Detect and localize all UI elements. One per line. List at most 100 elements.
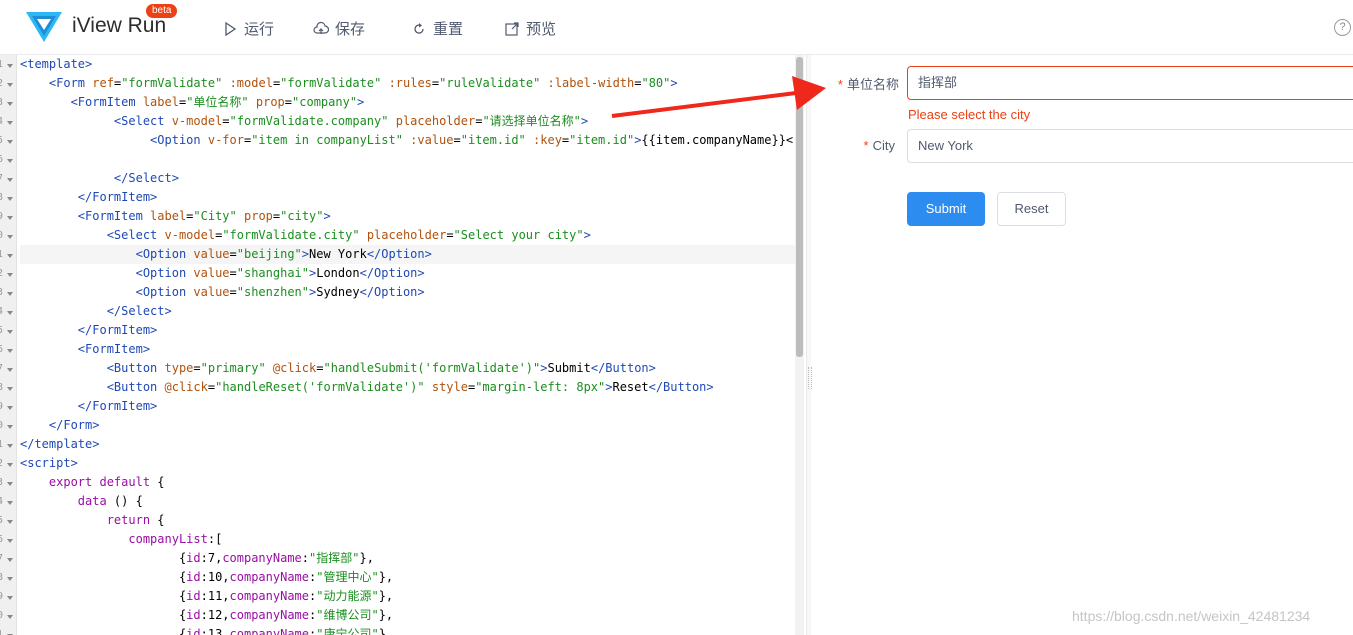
code-line[interactable]: {id:13,companyName:"康宁公司"},: [20, 625, 795, 635]
code-token: >: [301, 247, 310, 261]
preview-button[interactable]: 预览: [504, 18, 556, 39]
fold-arrow-icon[interactable]: [7, 197, 13, 201]
code-token: :7,: [200, 551, 223, 565]
city-select[interactable]: New York: [907, 129, 1353, 163]
fold-arrow-icon[interactable]: [7, 83, 13, 87]
gutter-line: 0: [0, 228, 16, 247]
fold-arrow-icon[interactable]: [7, 235, 13, 239]
run-label: 运行: [244, 21, 275, 38]
fold-arrow-icon[interactable]: [7, 615, 13, 619]
save-label: 保存: [335, 21, 366, 38]
code-token: "ruleValidate": [439, 76, 541, 90]
code-token: companyName: [222, 551, 302, 565]
code-token: {: [20, 589, 187, 603]
run-button[interactable]: 运行: [222, 18, 274, 39]
code-line[interactable]: export default {: [20, 473, 795, 492]
reset-button[interactable]: 重置: [411, 18, 463, 39]
fold-arrow-icon[interactable]: [7, 64, 13, 68]
fold-arrow-icon[interactable]: [7, 273, 13, 277]
code-line[interactable]: [20, 150, 795, 169]
fold-arrow-icon[interactable]: [7, 121, 13, 125]
fold-arrow-icon[interactable]: [7, 425, 13, 429]
fold-arrow-icon[interactable]: [7, 349, 13, 353]
code-token: =: [453, 133, 461, 147]
code-line[interactable]: <script>: [20, 454, 795, 473]
code-content[interactable]: <template> <Form ref = "formValidate" :mod…: [20, 55, 795, 635]
fold-arrow-icon[interactable]: [7, 444, 13, 448]
code-token: </Button>: [648, 380, 714, 394]
company-select[interactable]: 指挥部: [907, 66, 1353, 100]
code-line[interactable]: <Option value="shanghai">London</Option>: [20, 264, 795, 283]
fold-arrow-icon[interactable]: [7, 463, 13, 467]
code-line[interactable]: return {: [20, 511, 795, 530]
submit-button[interactable]: Submit: [907, 192, 985, 226]
code-line[interactable]: <Button type="primary" @click="handleSub…: [20, 359, 795, 378]
code-line[interactable]: </Select>: [20, 302, 795, 321]
code-line[interactable]: data () {: [20, 492, 795, 511]
fold-arrow-icon[interactable]: [7, 102, 13, 106]
fold-arrow-icon[interactable]: [7, 254, 13, 258]
code-line[interactable]: {id:10,companyName:"管理中心"},: [20, 568, 795, 587]
code-line[interactable]: companyList:[: [20, 530, 795, 549]
fold-arrow-icon[interactable]: [7, 539, 13, 543]
code-line[interactable]: </FormItem>: [20, 321, 795, 340]
code-token: "单位名称": [186, 95, 249, 109]
fold-arrow-icon[interactable]: [7, 368, 13, 372]
code-line[interactable]: {id:7,companyName:"指挥部"},: [20, 549, 795, 568]
code-token: </Option>: [366, 247, 432, 261]
code-line[interactable]: <FormItem label="City" prop="city">: [20, 207, 795, 226]
code-line[interactable]: <Button @click="handleReset('formValidat…: [20, 378, 795, 397]
code-line[interactable]: <Select v-model = "formValidate.city" plac…: [20, 226, 795, 245]
code-editor[interactable]: 1 2 3 4 5 6 7 8 9 0 1 2 3 4 5 6 7 8 9 0 1 2 3 4 5 6 7 8 9 0 1 <templat…: [0, 55, 806, 635]
code-line[interactable]: </FormItem>: [20, 188, 795, 207]
fold-arrow-icon[interactable]: [7, 140, 13, 144]
code-token: <script>: [20, 456, 78, 470]
line-number: 7: [0, 363, 4, 374]
code-token: Reset: [612, 380, 649, 394]
code-line[interactable]: {id:11,companyName:"动力能源"},: [20, 587, 795, 606]
code-token: id: [186, 589, 201, 603]
editor-scrollbar[interactable]: [795, 55, 804, 635]
fold-arrow-icon[interactable]: [7, 387, 13, 391]
code-token: id: [186, 551, 201, 565]
beta-badge: beta: [146, 4, 178, 18]
fold-arrow-icon[interactable]: [7, 482, 13, 486]
fold-arrow-icon[interactable]: [7, 577, 13, 581]
code-line[interactable]: </template>: [20, 435, 795, 454]
code-line[interactable]: <Option value="beijing">New York</Option…: [20, 245, 795, 264]
fold-arrow-icon[interactable]: [7, 159, 13, 163]
fold-arrow-icon[interactable]: [7, 520, 13, 524]
gutter-line: 2: [0, 456, 16, 475]
fold-arrow-icon[interactable]: [7, 330, 13, 334]
code-token: =: [284, 95, 293, 109]
code-token: <Form: [48, 76, 93, 90]
fold-arrow-icon[interactable]: [7, 596, 13, 600]
code-line[interactable]: </FormItem>: [20, 397, 795, 416]
help-icon[interactable]: ?: [1334, 19, 1351, 36]
form-reset-button[interactable]: Reset: [997, 192, 1066, 226]
code-token: <Select: [106, 228, 165, 242]
fold-arrow-icon[interactable]: [7, 292, 13, 296]
code-line[interactable]: </Form>: [20, 416, 795, 435]
code-line[interactable]: <Option value="shenzhen">Sydney</Option>: [20, 283, 795, 302]
code-line[interactable]: {id:12,companyName:"维博公司"},: [20, 606, 795, 625]
fold-arrow-icon[interactable]: [7, 501, 13, 505]
save-button[interactable]: 保存: [313, 18, 365, 39]
fold-arrow-icon[interactable]: [7, 558, 13, 562]
code-line[interactable]: <FormItem>: [20, 340, 795, 359]
code-line[interactable]: </Select>: [20, 169, 795, 188]
fold-arrow-icon[interactable]: [7, 178, 13, 182]
fold-arrow-icon[interactable]: [7, 216, 13, 220]
code-token: </Select>: [106, 304, 172, 318]
code-line[interactable]: <Option v-for = "item in companyList" :val…: [20, 131, 795, 150]
fold-arrow-icon[interactable]: [7, 406, 13, 410]
fold-arrow-icon[interactable]: [7, 311, 13, 315]
play-icon: [225, 21, 237, 36]
